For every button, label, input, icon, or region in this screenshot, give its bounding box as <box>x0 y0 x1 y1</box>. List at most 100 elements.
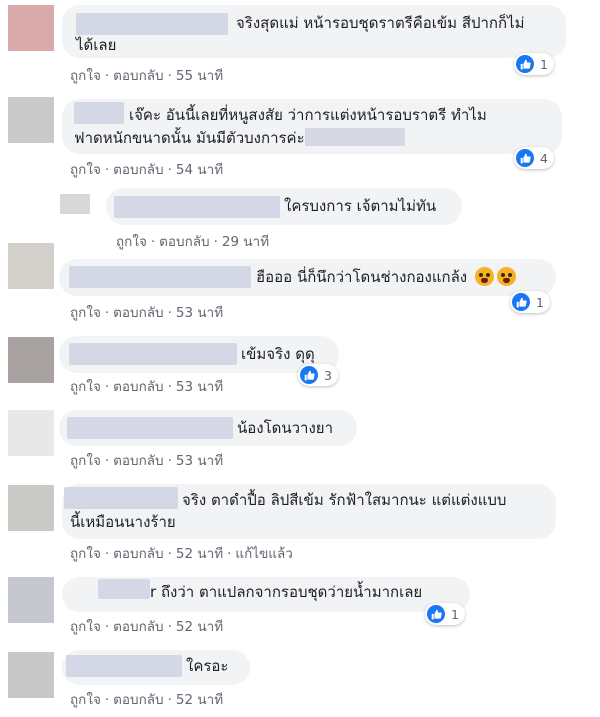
avatar[interactable] <box>8 337 54 383</box>
comment-text: ได้เลย <box>76 36 117 54</box>
separator: · <box>167 162 172 178</box>
reaction-count: 4 <box>540 150 548 166</box>
comment-actions: ถูกใจ · ตอบกลับ · 55 นาที <box>70 64 223 86</box>
comment-text: น้องโดนวางยา <box>237 419 334 437</box>
timestamp[interactable]: 52 นาที <box>176 619 223 635</box>
comment-bubble: r ถึงว่า ตาแปลกจากรอบชุดว่ายน้ำมากเลย <box>62 577 470 612</box>
reply-link[interactable]: ตอบกลับ <box>113 305 163 321</box>
reply-link[interactable]: ตอบกลับ <box>113 68 163 84</box>
like-link[interactable]: ถูกใจ <box>70 619 101 635</box>
comment-bubble: เจ๊คะ อันนี้เลยที่หนูสงสัย ว่าการแต่งหน้… <box>62 99 562 154</box>
reaction-summary[interactable]: 4 <box>514 147 554 169</box>
author-name-redacted[interactable] <box>66 655 182 677</box>
separator: · <box>167 68 172 84</box>
avatar[interactable] <box>8 577 54 623</box>
timestamp[interactable]: 55 นาที <box>176 68 223 84</box>
comment-actions: ถูกใจ · ตอบกลับ · 52 นาที <box>70 615 223 637</box>
comment-bubble: จริง ตาดำปื้อ ลิปสีเข้ม รักฟ้าใสมากนะ แต… <box>62 484 556 539</box>
avatar[interactable] <box>8 5 54 51</box>
reply-link[interactable]: ตอบกลับ <box>159 234 209 250</box>
reply-link[interactable]: ตอบกลับ <box>113 619 163 635</box>
reaction-summary[interactable]: 3 <box>298 364 338 386</box>
avatar[interactable] <box>60 194 90 214</box>
comment-bubble: จริงสุดแม่ หน้ารอบชุดราตรีคือเข้ม สีปากก… <box>62 5 566 58</box>
comment-bubble: เข้มจริง ดุดุ <box>59 336 339 373</box>
avatar[interactable] <box>8 97 54 143</box>
separator: · <box>104 453 110 469</box>
timestamp[interactable]: 52 นาที <box>176 546 223 562</box>
timestamp[interactable]: 52 นาที <box>176 692 223 708</box>
separator: · <box>167 619 172 635</box>
like-link[interactable]: ถูกใจ <box>70 453 101 469</box>
avatar[interactable] <box>8 485 54 531</box>
comment-actions: ถูกใจ · ตอบกลับ · 52 นาที <box>70 688 223 710</box>
reaction-count: 3 <box>324 367 332 383</box>
mention-redacted[interactable] <box>304 128 405 146</box>
timestamp[interactable]: 53 นาที <box>176 379 223 395</box>
timestamp[interactable]: 54 นาที <box>176 162 223 178</box>
separator: · <box>167 305 172 321</box>
edited-label[interactable]: แก้ไขแล้ว <box>235 546 292 562</box>
reply-link[interactable]: ตอบกลับ <box>113 546 163 562</box>
separator: · <box>167 379 172 395</box>
comment-bubble: น้องโดนวางยา <box>59 410 357 446</box>
reaction-count: 1 <box>451 606 459 622</box>
author-name-tail[interactable]: r <box>150 583 156 601</box>
like-link[interactable]: ถูกใจ <box>70 379 101 395</box>
reply-link[interactable]: ตอบกลับ <box>113 453 163 469</box>
comment-text-line: ฟาดหนักขนาดนั้น มันมีตัวบงการค่ะ <box>74 129 305 147</box>
reply-link[interactable]: ตอบกลับ <box>113 692 163 708</box>
comment-actions: ถูกใจ · ตอบกลับ · 53 นาที <box>70 449 223 471</box>
author-name-redacted[interactable] <box>74 102 124 124</box>
avatar[interactable] <box>8 243 54 289</box>
like-link[interactable]: ถูกใจ <box>70 68 101 84</box>
reply-link[interactable]: ตอบกลับ <box>113 162 163 178</box>
like-link[interactable]: ถูกใจ <box>70 546 101 562</box>
reaction-summary[interactable]: 1 <box>425 603 465 625</box>
like-link[interactable]: ถูกใจ <box>116 234 147 250</box>
crying-face-icon <box>496 267 516 286</box>
reply-link[interactable]: ตอบกลับ <box>113 379 163 395</box>
comment-text: ใครบงการ เจ้ตามไม่ทัน <box>284 197 437 215</box>
timestamp[interactable]: 53 นาที <box>176 305 223 321</box>
separator: · <box>104 68 110 84</box>
like-icon <box>516 55 534 73</box>
author-name-redacted[interactable] <box>69 343 237 365</box>
comment-text: เข้มจริง ดุดุ <box>241 345 315 363</box>
avatar[interactable] <box>8 410 54 456</box>
author-name-redacted[interactable] <box>69 266 251 288</box>
separator: · <box>167 692 172 708</box>
avatar[interactable] <box>8 652 54 698</box>
like-link[interactable]: ถูกใจ <box>70 692 101 708</box>
separator: · <box>150 234 156 250</box>
comment-actions: ถูกใจ · ตอบกลับ · 53 นาที <box>70 375 223 397</box>
separator: · <box>104 379 110 395</box>
comment-text-line: ฮือออ นี่ก็นึกว่าโดนช่างกองแกล้ง <box>256 268 468 286</box>
like-icon <box>512 293 530 311</box>
timestamp[interactable]: 53 นาที <box>176 453 223 469</box>
author-name-redacted[interactable] <box>98 579 150 599</box>
like-link[interactable]: ถูกใจ <box>70 305 101 321</box>
like-icon <box>427 605 445 623</box>
comment-actions: ถูกใจ · ตอบกลับ · 29 นาที <box>116 230 269 252</box>
reaction-summary[interactable]: 1 <box>514 53 554 75</box>
comment-actions: ถูกใจ · ตอบกลับ · 54 นาที <box>70 158 223 180</box>
like-icon <box>516 149 534 167</box>
comment-text: นี้เหมือนนางร้าย <box>70 513 176 531</box>
author-name-redacted[interactable] <box>67 417 233 439</box>
author-name-redacted[interactable] <box>114 196 280 218</box>
reaction-count: 1 <box>536 294 544 310</box>
like-link[interactable]: ถูกใจ <box>70 162 101 178</box>
comment-bubble: ฮือออ นี่ก็นึกว่าโดนช่างกองแกล้ง <box>59 259 556 296</box>
separator: · <box>104 162 110 178</box>
author-name-redacted[interactable] <box>76 13 228 35</box>
separator: · <box>104 692 110 708</box>
separator: · <box>167 453 172 469</box>
separator: · <box>104 619 110 635</box>
reaction-summary[interactable]: 1 <box>510 291 550 313</box>
comment-text: เจ๊คะ อันนี้เลยที่หนูสงสัย ว่าการแต่งหน้… <box>129 106 487 124</box>
timestamp[interactable]: 29 นาที <box>222 234 269 250</box>
comment-text: ฟาดหนักขนาดนั้น มันมีตัวบงการค่ะ <box>74 127 405 149</box>
author-name-redacted[interactable] <box>64 487 178 509</box>
separator: · <box>104 305 110 321</box>
